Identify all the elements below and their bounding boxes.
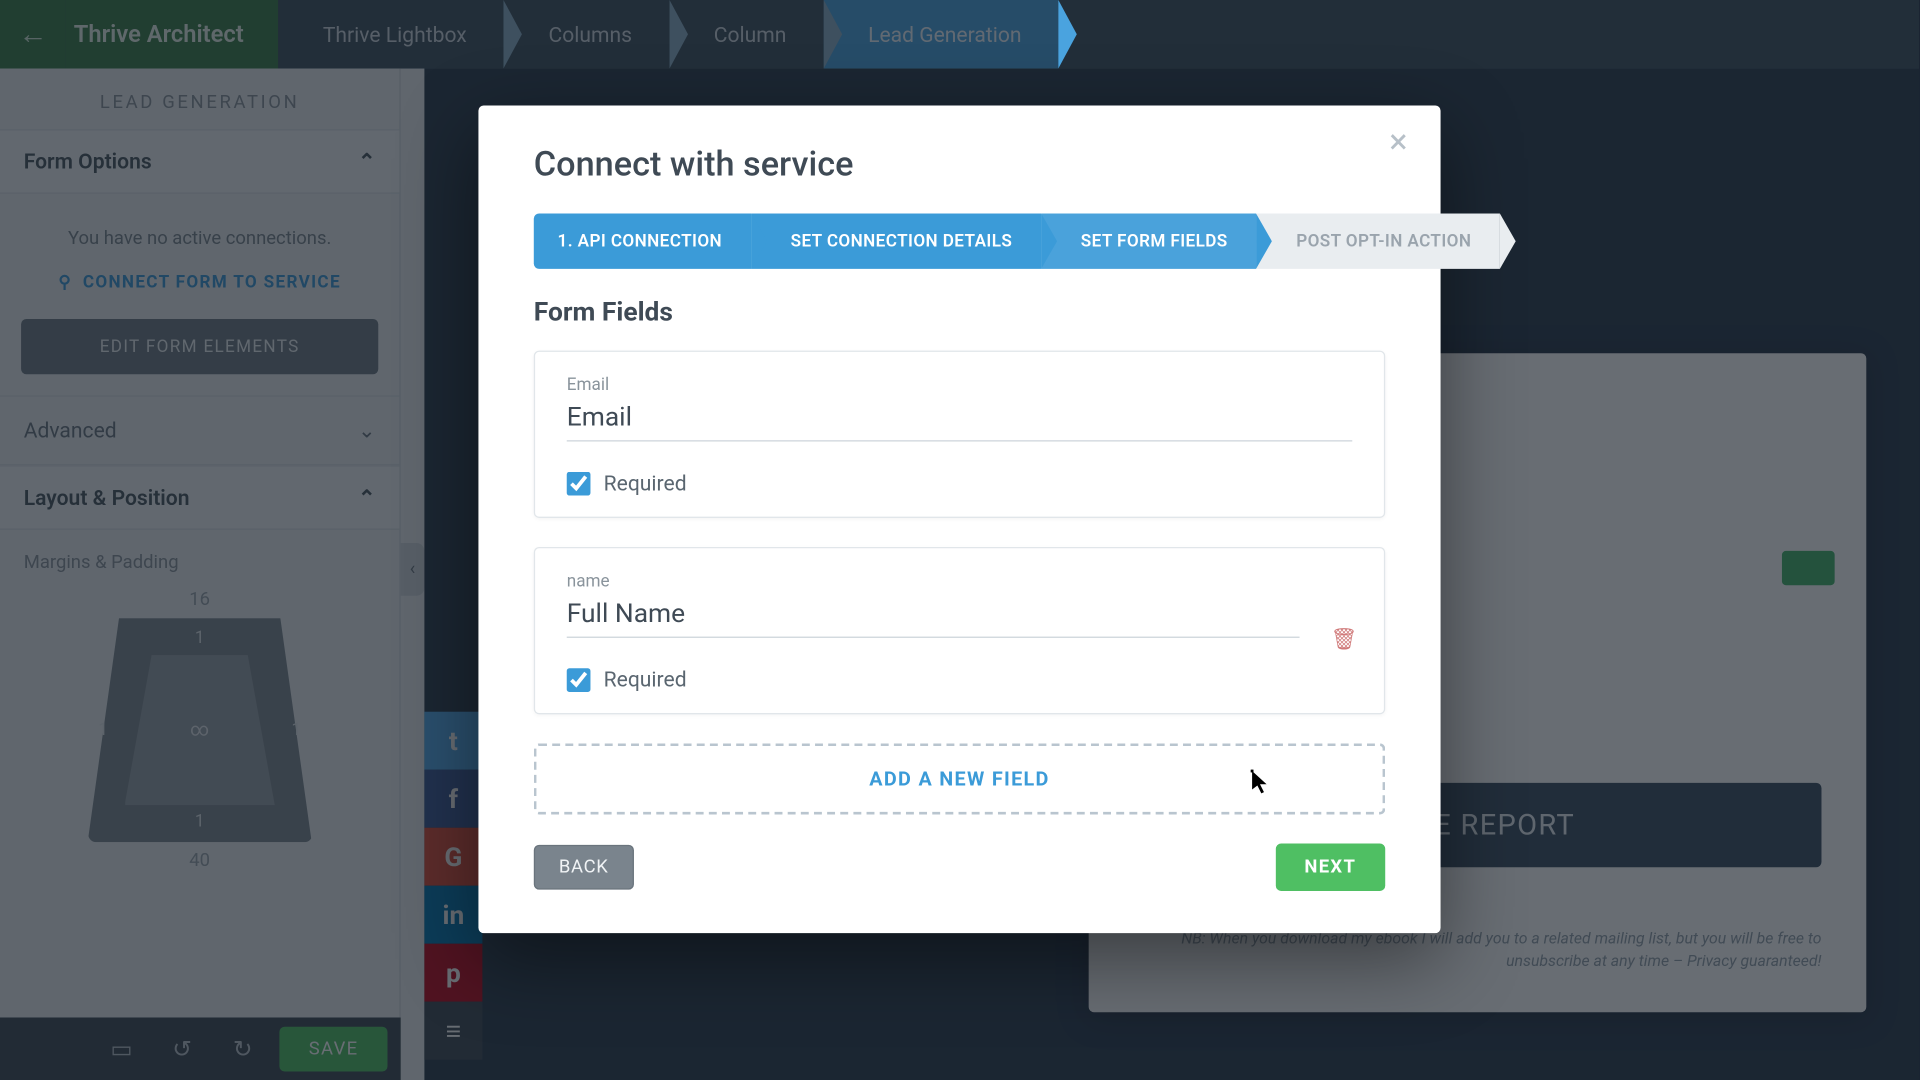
modal-title: Connect with service (534, 145, 1385, 185)
modal-overlay: × Connect with service 1. API CONNECTION… (0, 0, 1919, 1080)
field-value-input[interactable] (567, 594, 1300, 637)
required-label: Required (604, 471, 687, 496)
modal-actions: BACK NEXT (534, 844, 1385, 891)
field-card-name: name 🗑 Required (534, 547, 1385, 714)
form-fields-heading: Form Fields (534, 295, 1385, 327)
next-button[interactable]: NEXT (1275, 844, 1385, 891)
field-label: name (567, 572, 1353, 592)
add-new-field-button[interactable]: ADD A NEW FIELD (534, 743, 1385, 814)
required-checkbox[interactable] (567, 668, 591, 692)
required-label: Required (604, 667, 687, 692)
delete-field-icon[interactable]: 🗑 (1331, 625, 1358, 650)
step-connection-details[interactable]: SET CONNECTION DETAILS (751, 214, 1041, 269)
step-api-connection[interactable]: 1. API CONNECTION (534, 214, 751, 269)
field-label: Email (567, 376, 1353, 396)
field-value-input[interactable] (567, 398, 1353, 441)
back-button[interactable]: BACK (534, 845, 634, 890)
field-card-email: Email Required (534, 351, 1385, 518)
connect-service-modal: × Connect with service 1. API CONNECTION… (478, 105, 1440, 933)
step-form-fields[interactable]: SET FORM FIELDS (1041, 214, 1256, 269)
step-post-optin: POST OPT-IN ACTION (1257, 214, 1501, 269)
required-checkbox[interactable] (567, 471, 591, 495)
app-root: ← Thrive Architect Thrive Lightbox Colum… (0, 0, 1919, 1080)
close-icon[interactable]: × (1377, 121, 1419, 163)
modal-stepper: 1. API CONNECTION SET CONNECTION DETAILS… (534, 214, 1385, 269)
